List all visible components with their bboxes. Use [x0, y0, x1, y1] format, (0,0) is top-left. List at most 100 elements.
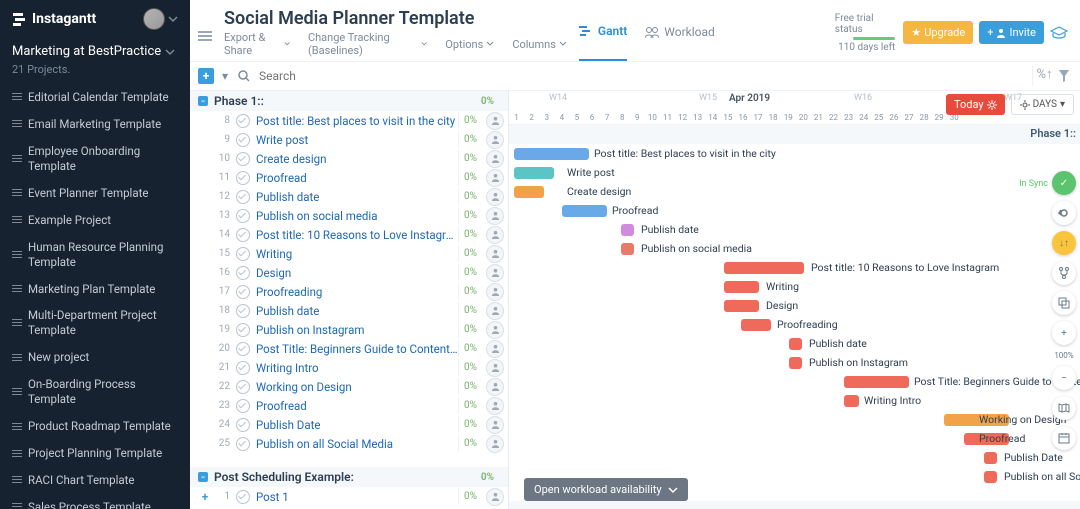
task-name[interactable]: Writing Intro: [256, 361, 458, 375]
calendar-button[interactable]: [1052, 426, 1076, 450]
assignee-avatar[interactable]: [486, 207, 504, 225]
workspace-selector[interactable]: Marketing at BestPractice: [0, 38, 190, 63]
task-row[interactable]: 24Publish Date0%: [190, 415, 508, 434]
check-icon[interactable]: [236, 209, 250, 223]
gantt-bar[interactable]: [562, 205, 607, 217]
assignee-avatar[interactable]: [486, 321, 504, 339]
task-row[interactable]: 10Create design0%: [190, 149, 508, 168]
task-name[interactable]: Publish on social media: [256, 209, 458, 223]
assignee-avatar[interactable]: [486, 488, 504, 506]
gantt-bar[interactable]: [844, 376, 909, 388]
task-name[interactable]: Publish on all Social Media: [256, 437, 458, 451]
sort-button[interactable]: ↓↑: [1052, 231, 1076, 255]
view-gantt[interactable]: Gantt: [579, 10, 627, 61]
assignee-avatar[interactable]: [486, 302, 504, 320]
task-row[interactable]: 14Post title: 10 Reasons to Love Instagr…: [190, 225, 508, 244]
project-item[interactable]: RACI Chart Template: [0, 467, 190, 494]
gantt-bar[interactable]: [724, 300, 759, 312]
task-name[interactable]: Post title: 10 Reasons to Love Instagram: [256, 228, 458, 242]
assignee-avatar[interactable]: [486, 131, 504, 149]
invite-button[interactable]: + Invite: [979, 21, 1044, 44]
check-icon[interactable]: [236, 285, 250, 299]
check-icon[interactable]: [236, 133, 250, 147]
task-name[interactable]: Write post: [256, 133, 458, 147]
branch-button[interactable]: [1052, 261, 1076, 285]
assignee-avatar[interactable]: [486, 169, 504, 187]
add-button[interactable]: +: [198, 68, 214, 84]
check-icon[interactable]: [236, 171, 250, 185]
gantt-bar[interactable]: [621, 243, 634, 255]
gantt-bar[interactable]: [514, 148, 589, 160]
today-button[interactable]: Today: [946, 94, 1005, 115]
subnav-item[interactable]: Options: [445, 31, 494, 57]
task-name[interactable]: Create design: [256, 152, 458, 166]
task-row[interactable]: 16Design0%: [190, 263, 508, 282]
copy-button[interactable]: [1052, 291, 1076, 315]
assignee-avatar[interactable]: [486, 397, 504, 415]
task-name[interactable]: Publish date: [256, 190, 458, 204]
search-input[interactable]: [255, 67, 419, 85]
undo-button[interactable]: [1052, 201, 1076, 225]
phase-header[interactable]: −Post Scheduling Example:0%: [190, 467, 508, 487]
project-item[interactable]: Sales Process Template: [0, 494, 190, 509]
check-icon[interactable]: [236, 380, 250, 394]
task-row[interactable]: 11Proofread0%: [190, 168, 508, 187]
assignee-avatar[interactable]: [486, 226, 504, 244]
task-name[interactable]: Post title: Best places to visit in the …: [256, 114, 458, 128]
check-icon[interactable]: [236, 152, 250, 166]
check-icon[interactable]: [236, 190, 250, 204]
task-row[interactable]: 15Writing0%: [190, 244, 508, 263]
task-name[interactable]: Writing: [256, 247, 458, 261]
project-item[interactable]: Human Resource Planning Template: [0, 234, 190, 276]
check-icon[interactable]: [236, 114, 250, 128]
assignee-avatar[interactable]: [486, 245, 504, 263]
check-icon[interactable]: [236, 228, 250, 242]
project-item[interactable]: Example Project: [0, 207, 190, 234]
task-name[interactable]: Proofreading: [256, 285, 458, 299]
task-name[interactable]: Publish date: [256, 304, 458, 318]
map-button[interactable]: [1052, 396, 1076, 420]
task-name[interactable]: Publish Date: [256, 418, 458, 432]
check-icon[interactable]: [236, 247, 250, 261]
task-name[interactable]: Proofread: [256, 399, 458, 413]
plus-icon[interactable]: +: [198, 490, 212, 504]
gantt-bar[interactable]: [514, 167, 554, 179]
workload-availability-button[interactable]: Open workload availability: [524, 478, 688, 501]
view-workload[interactable]: Workload: [645, 10, 715, 61]
expand-button[interactable]: ▾: [217, 68, 233, 84]
task-row[interactable]: 22Working on Design0%: [190, 377, 508, 396]
gantt-bar[interactable]: [621, 224, 634, 236]
task-row[interactable]: 20Post Title: Beginners Guide to Content…: [190, 339, 508, 358]
user-avatar[interactable]: [143, 8, 165, 30]
task-name[interactable]: Publish on Instagram: [256, 323, 458, 337]
assignee-avatar[interactable]: [486, 283, 504, 301]
gantt-bar[interactable]: [789, 338, 802, 350]
check-icon[interactable]: [236, 304, 250, 318]
project-item[interactable]: Editorial Calendar Template: [0, 84, 190, 111]
task-name[interactable]: Post Title: Beginners Guide to Content M…: [256, 342, 458, 356]
task-name[interactable]: Proofread: [256, 171, 458, 185]
gantt-bar[interactable]: [984, 471, 997, 483]
gantt-bar[interactable]: [724, 262, 804, 274]
gantt-bar[interactable]: [514, 186, 544, 198]
check-icon[interactable]: [236, 437, 250, 451]
task-name[interactable]: Design: [256, 266, 458, 280]
assignee-avatar[interactable]: [486, 359, 504, 377]
task-row[interactable]: 25Publish on all Social Media0%: [190, 434, 508, 453]
gantt-bar[interactable]: [789, 357, 802, 369]
check-icon[interactable]: [236, 323, 250, 337]
project-item[interactable]: Multi-Department Project Template: [0, 302, 190, 344]
project-item[interactable]: Product Roadmap Template: [0, 413, 190, 440]
project-item[interactable]: New project: [0, 344, 190, 371]
task-row[interactable]: 8Post title: Best places to visit in the…: [190, 111, 508, 130]
task-row[interactable]: 23Proofread0%: [190, 396, 508, 415]
task-row[interactable]: +1Post 10%: [190, 487, 508, 506]
task-row[interactable]: 9Write post0%: [190, 130, 508, 149]
upgrade-button[interactable]: ★ Upgrade: [903, 21, 973, 44]
assignee-avatar[interactable]: [486, 378, 504, 396]
gantt-bar[interactable]: [724, 281, 759, 293]
project-item[interactable]: Employee Onboarding Template: [0, 138, 190, 180]
assignee-avatar[interactable]: [486, 188, 504, 206]
pct-sort-icon[interactable]: %↑: [1032, 66, 1056, 86]
check-icon[interactable]: [236, 418, 250, 432]
